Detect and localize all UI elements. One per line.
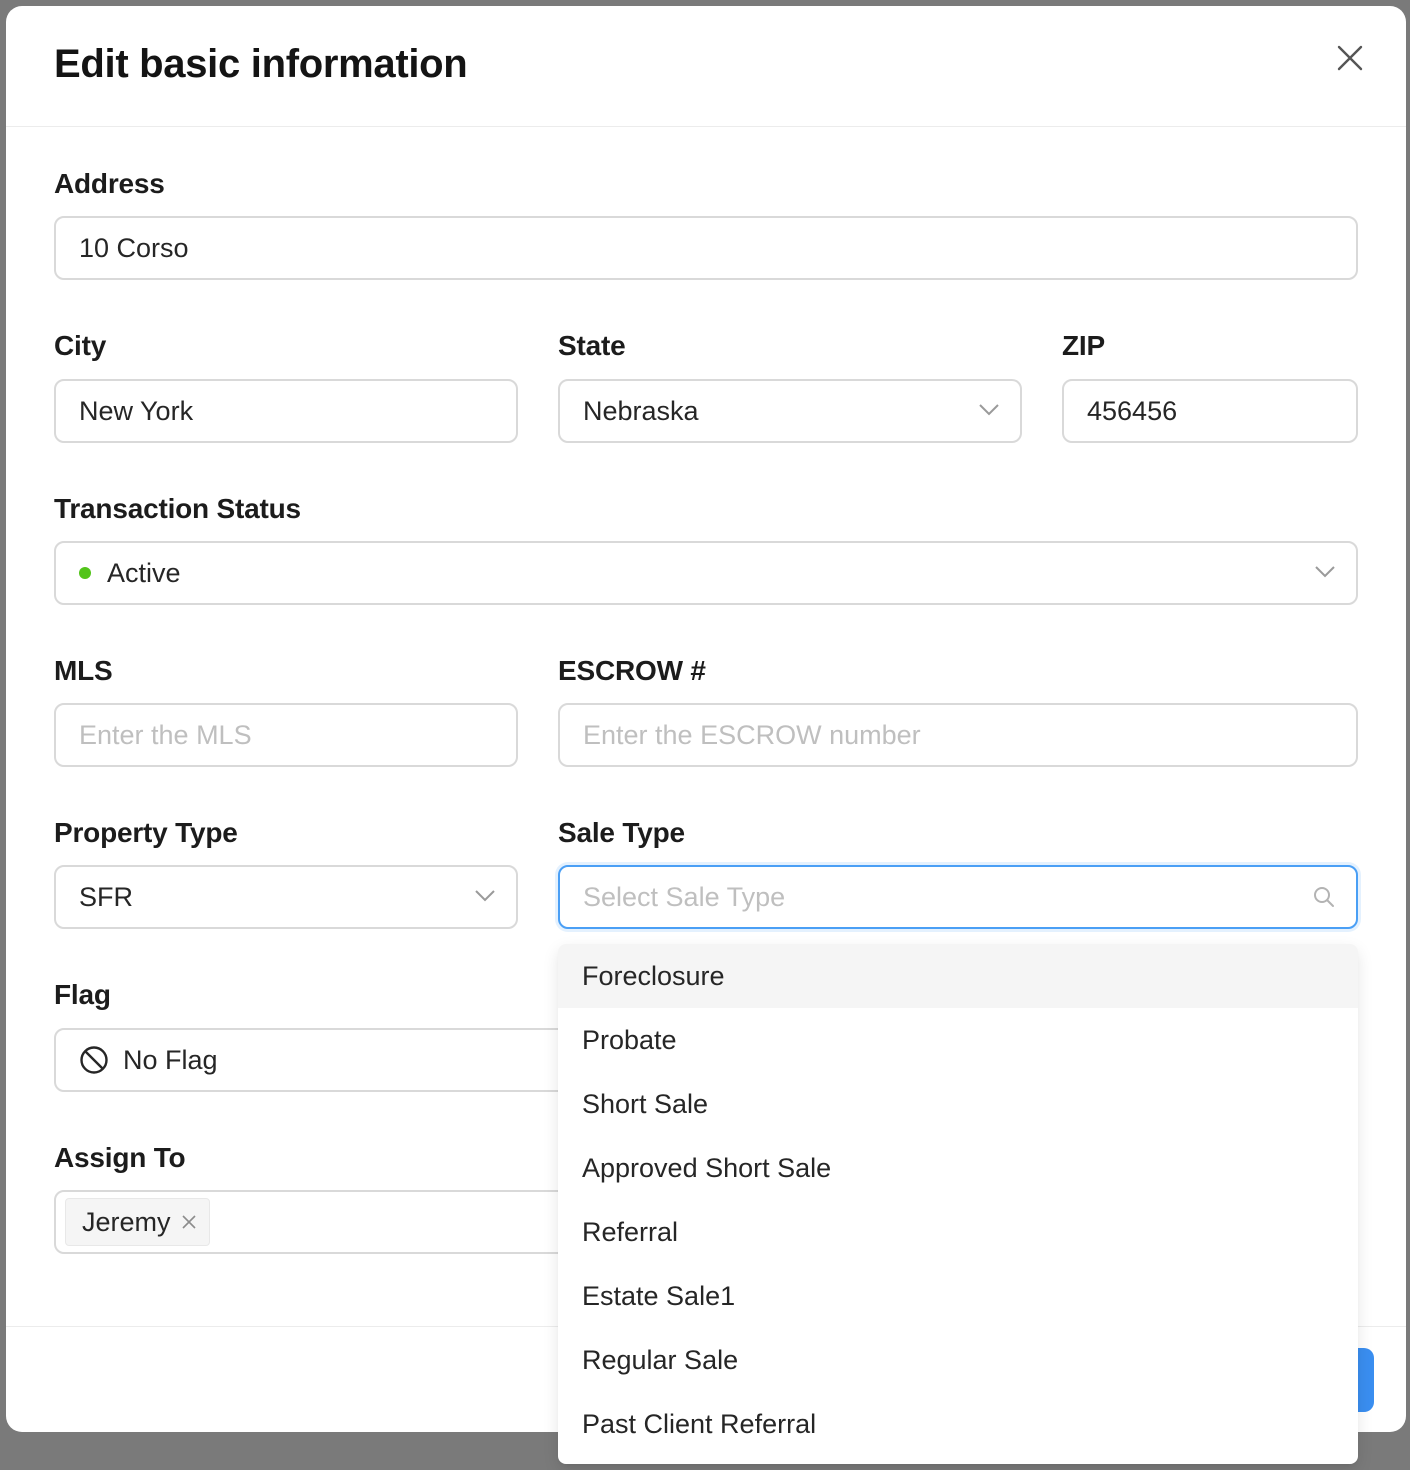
state-select[interactable]: Nebraska bbox=[558, 379, 1022, 443]
sale-type-option[interactable]: Estate Sale1 bbox=[558, 1264, 1358, 1328]
no-flag-icon bbox=[80, 1046, 108, 1074]
sale-type-option[interactable]: Approved Short Sale bbox=[558, 1136, 1358, 1200]
assign-to-label: Assign To bbox=[54, 1142, 186, 1173]
sale-type-option[interactable]: Referral bbox=[558, 1200, 1358, 1264]
zip-value: 456456 bbox=[1087, 395, 1178, 426]
transaction-status-select[interactable]: Active bbox=[54, 541, 1358, 605]
escrow-label: ESCROW # bbox=[558, 655, 706, 686]
city-input[interactable]: New York bbox=[54, 379, 518, 443]
transaction-status-label: Transaction Status bbox=[54, 493, 301, 524]
close-button[interactable] bbox=[1334, 42, 1366, 74]
close-icon bbox=[1337, 45, 1363, 71]
address-value: 10 Corso bbox=[79, 232, 189, 263]
escrow-placeholder: Enter the ESCROW number bbox=[583, 719, 921, 750]
chevron-down-icon bbox=[979, 404, 999, 416]
modal-header: Edit basic information bbox=[6, 6, 1406, 127]
escrow-input[interactable]: Enter the ESCROW number bbox=[558, 703, 1358, 767]
sale-type-option[interactable]: Short Sale bbox=[558, 1072, 1358, 1136]
chevron-down-icon bbox=[1315, 566, 1335, 578]
chevron-down-icon bbox=[475, 890, 495, 902]
address-input[interactable]: 10 Corso bbox=[54, 216, 1358, 280]
flag-value: No Flag bbox=[123, 1044, 218, 1075]
city-value: New York bbox=[79, 395, 194, 426]
property-type-value: SFR bbox=[79, 881, 133, 912]
sale-type-option[interactable]: Probate bbox=[558, 1008, 1358, 1072]
city-label: City bbox=[54, 330, 107, 361]
sale-type-label: Sale Type bbox=[558, 817, 685, 848]
sale-type-dropdown: Foreclosure Probate Short Sale Approved … bbox=[558, 944, 1358, 1464]
assignee-tag-label: Jeremy bbox=[82, 1206, 171, 1237]
sale-type-option[interactable]: Foreclosure bbox=[558, 944, 1358, 1008]
sale-type-option[interactable]: Regular Sale bbox=[558, 1328, 1358, 1392]
tag-close-icon[interactable] bbox=[181, 1214, 197, 1230]
zip-label: ZIP bbox=[1062, 330, 1105, 361]
state-value: Nebraska bbox=[583, 395, 699, 426]
property-type-select[interactable]: SFR bbox=[54, 865, 518, 929]
mls-label: MLS bbox=[54, 655, 113, 686]
sale-type-option[interactable]: Past Client Referral bbox=[558, 1392, 1358, 1456]
sale-type-select[interactable]: Select Sale Type bbox=[558, 865, 1358, 929]
mls-placeholder: Enter the MLS bbox=[79, 719, 252, 750]
address-label: Address bbox=[54, 168, 165, 199]
mls-input[interactable]: Enter the MLS bbox=[54, 703, 518, 767]
zip-input[interactable]: 456456 bbox=[1062, 379, 1358, 443]
transaction-status-value: Active bbox=[107, 557, 181, 588]
property-type-label: Property Type bbox=[54, 817, 238, 848]
state-label: State bbox=[558, 330, 626, 361]
assignee-tag: Jeremy bbox=[65, 1198, 210, 1246]
modal-title: Edit basic information bbox=[54, 42, 468, 86]
flag-label: Flag bbox=[54, 979, 111, 1010]
sale-type-placeholder: Select Sale Type bbox=[583, 881, 786, 912]
search-icon bbox=[1314, 887, 1334, 907]
status-dot-icon bbox=[79, 567, 91, 579]
